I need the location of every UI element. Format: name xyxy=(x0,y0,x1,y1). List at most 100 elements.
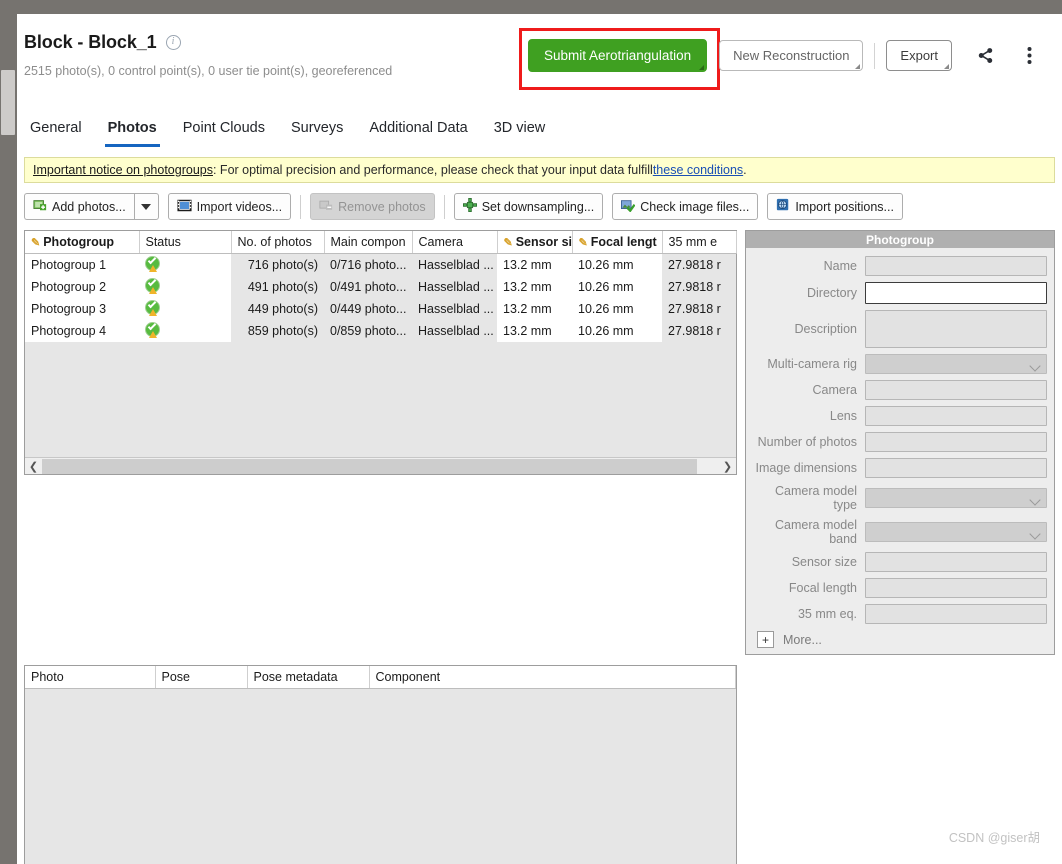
number-of-photos-input[interactable] xyxy=(865,432,1047,452)
set-downsampling-button[interactable]: Set downsampling... xyxy=(453,193,604,220)
add-photos-button[interactable]: Add photos... xyxy=(24,193,134,220)
set-downsampling-label: Set downsampling... xyxy=(481,199,595,214)
expand-plus-icon[interactable]: + xyxy=(757,631,774,648)
page-header: Block - Block_1 i 2515 photo(s), 0 contr… xyxy=(17,14,1062,114)
cell-sensor-size: 13.2 mm xyxy=(497,253,572,276)
label-camera-model-band: Camera model band xyxy=(775,518,857,546)
tab-additional-data[interactable]: Additional Data xyxy=(356,114,480,147)
label-description: Description xyxy=(794,322,857,336)
cell-camera: Hasselblad ... xyxy=(418,301,494,316)
import-videos-button[interactable]: Import videos... xyxy=(167,193,292,220)
tab-3d-view[interactable]: 3D view xyxy=(481,114,559,147)
camera-input[interactable] xyxy=(865,380,1047,400)
col-camera[interactable]: Camera xyxy=(412,231,498,254)
col-photo[interactable]: Photo xyxy=(25,666,156,689)
col-focal-length[interactable]: ✎ Focal lengt xyxy=(572,231,663,254)
new-reconstruction-button[interactable]: New Reconstruction xyxy=(719,40,864,71)
import-positions-button[interactable]: Import positions... xyxy=(767,193,903,220)
header-divider xyxy=(874,42,876,69)
table-row[interactable]: Photogroup 2 491 photo(s) 0/491 photo...… xyxy=(25,275,736,298)
cell-status xyxy=(139,297,231,320)
col-sensor-size[interactable]: ✎Sensor size xyxy=(497,231,573,254)
scrollbar-thumb[interactable] xyxy=(42,458,697,474)
tab-surveys[interactable]: Surveys xyxy=(278,114,356,147)
globe-icon xyxy=(776,198,790,215)
sensor-size-input[interactable] xyxy=(865,552,1047,572)
export-button[interactable]: Export xyxy=(886,40,952,71)
notice-tail: . xyxy=(743,163,747,177)
col-pose-metadata[interactable]: Pose metadata xyxy=(247,666,370,689)
main-content: ✎ Photogroup Status No. of photos Main co… xyxy=(24,230,1055,655)
submit-aerotriangulation-button[interactable]: Submit Aerotriangulation xyxy=(528,39,708,72)
directory-input[interactable] xyxy=(865,282,1047,304)
status-ok-warning-icon xyxy=(145,321,160,338)
label-sensor-size: Sensor size xyxy=(791,555,857,569)
more-row[interactable]: + More... xyxy=(753,631,1047,648)
cell-main-component: 0/449 photo... xyxy=(330,301,407,316)
focal-length-input[interactable] xyxy=(865,578,1047,598)
add-photos-dropdown-button[interactable] xyxy=(133,193,159,220)
description-input[interactable] xyxy=(865,310,1047,348)
lens-input[interactable] xyxy=(865,406,1047,426)
watermark: CSDN @giser胡 xyxy=(948,831,1040,845)
multi-camera-rig-select[interactable] xyxy=(865,354,1047,374)
tab-photos[interactable]: Photos xyxy=(95,114,170,147)
left-scrollbar-thumb[interactable] xyxy=(1,70,15,135)
tab-general[interactable]: General xyxy=(24,114,95,147)
cell-focal-length: 10.26 mm xyxy=(572,297,662,320)
col-pose[interactable]: Pose xyxy=(155,666,248,689)
more-label: More... xyxy=(783,632,822,647)
field-row-35mm-eq: 35 mm eq. xyxy=(753,604,1047,624)
col-35mm-eq[interactable]: 35 mm e xyxy=(662,231,737,254)
chevron-left-icon[interactable]: ❮ xyxy=(25,459,42,474)
photogroup-properties-panel: Photogroup Name Directory Description Mu… xyxy=(745,230,1055,655)
edit-pencil-icon: ✎ xyxy=(578,236,588,249)
window-top-chrome xyxy=(0,0,1062,14)
add-photo-icon xyxy=(33,198,47,215)
col-main-component[interactable]: Main compon xyxy=(324,231,413,254)
cell-no-of-photos: 859 photo(s) xyxy=(247,323,318,338)
cell-35mm-eq: 27.9818 r xyxy=(668,279,721,294)
camera-model-type-select[interactable] xyxy=(865,488,1047,508)
col-photogroup[interactable]: ✎ Photogroup xyxy=(25,231,140,254)
cell-sensor-size: 13.2 mm xyxy=(497,297,572,320)
name-input[interactable] xyxy=(865,256,1047,276)
label-name: Name xyxy=(823,259,857,273)
photogroup-header-row: ✎ Photogroup Status No. of photos Main co… xyxy=(25,231,737,254)
notice-link-photogroups[interactable]: Important notice on photogroups xyxy=(33,163,213,177)
field-row-camera-model-type: Camera model type xyxy=(753,484,1047,512)
photogroup-table: ✎ Photogroup Status No. of photos Main co… xyxy=(24,230,737,475)
notice-link-conditions[interactable]: these conditions xyxy=(653,163,743,177)
check-image-files-button[interactable]: Check image files... xyxy=(612,193,759,220)
camera-model-band-select[interactable] xyxy=(865,522,1047,542)
table-row[interactable]: Photogroup 1 716 photo(s) 0/716 photo...… xyxy=(25,253,736,276)
remove-photos-label: Remove photos xyxy=(338,199,426,214)
dropdown-corner-icon xyxy=(944,64,949,69)
tab-point-clouds[interactable]: Point Clouds xyxy=(170,114,278,147)
image-dimensions-input[interactable] xyxy=(865,458,1047,478)
label-directory: Directory xyxy=(806,286,857,300)
col-status[interactable]: Status xyxy=(139,231,232,254)
col-component[interactable]: Component xyxy=(369,666,736,689)
field-row-number-of-photos: Number of photos xyxy=(753,432,1047,452)
label-number-of-photos: Number of photos xyxy=(757,435,857,449)
table-row[interactable]: Photogroup 3 449 photo(s) 0/449 photo...… xyxy=(25,297,736,320)
app-content: Block - Block_1 i 2515 photo(s), 0 contr… xyxy=(17,14,1062,864)
remove-photos-button[interactable]: Remove photos xyxy=(310,193,435,220)
scrollbar-track[interactable] xyxy=(42,458,719,474)
photogroup-horizontal-scrollbar[interactable]: ❮ ❯ xyxy=(25,457,736,474)
chevron-right-icon[interactable]: ❯ xyxy=(719,459,736,474)
field-row-name: Name xyxy=(753,256,1047,276)
kebab-menu-icon[interactable] xyxy=(1014,41,1044,71)
check-image-icon xyxy=(621,199,636,215)
col-no-of-photos[interactable]: No. of photos xyxy=(231,231,325,254)
field-row-multi-camera-rig: Multi-camera rig xyxy=(753,354,1047,374)
remove-photo-icon xyxy=(319,199,333,215)
notice-body: : For optimal precision and performance,… xyxy=(212,163,653,177)
cell-focal-length: 10.26 mm xyxy=(572,275,662,298)
table-row[interactable]: Photogroup 4 859 photo(s) 0/859 photo...… xyxy=(25,319,736,342)
info-icon[interactable]: i xyxy=(165,35,181,50)
share-icon[interactable] xyxy=(970,41,1000,71)
label-35mm-eq: 35 mm eq. xyxy=(797,607,857,621)
35mm-eq-input[interactable] xyxy=(865,604,1047,624)
